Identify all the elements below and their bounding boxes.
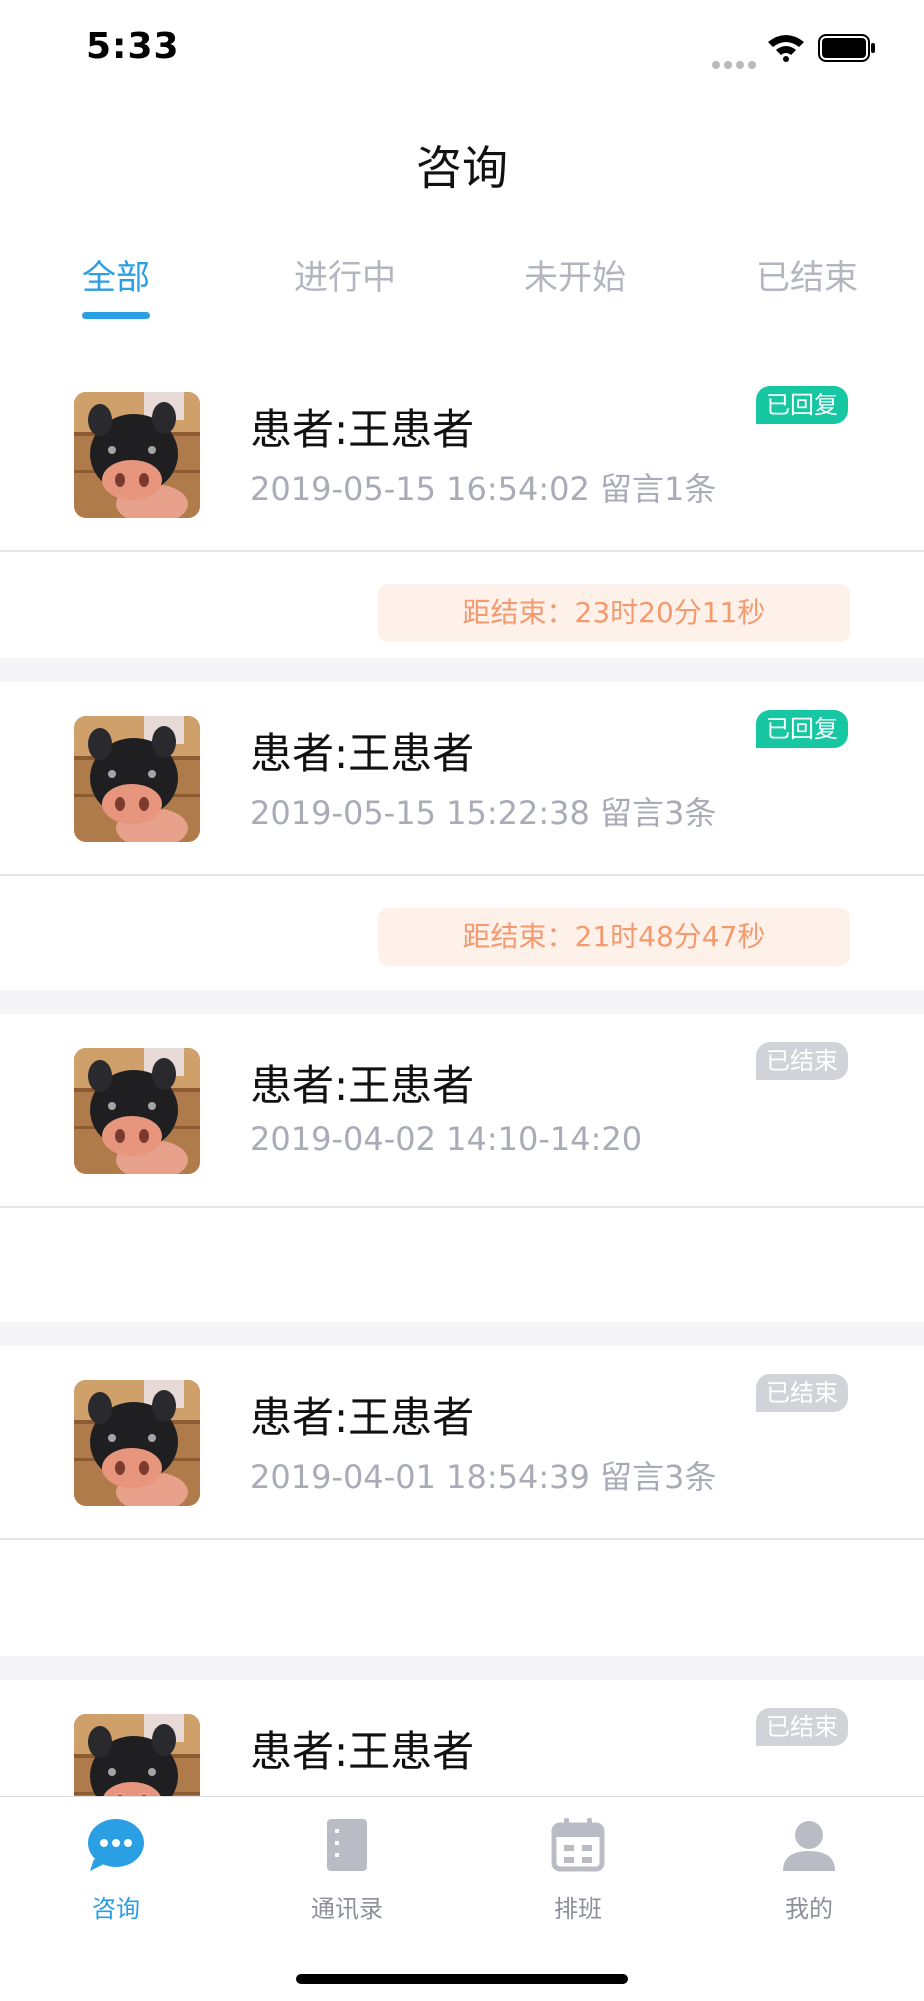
tabbar-label: 咨询 — [92, 1895, 140, 1923]
status-time: 5:33 — [86, 26, 180, 67]
consultation-meta: 2019-05-15 16:54:02 留言1条 — [250, 470, 717, 508]
tabbar-item-contacts[interactable]: 通讯录 — [277, 1815, 417, 1924]
tab-ended[interactable]: 已结束 — [756, 250, 858, 299]
status-bar: 5:33 — [0, 0, 924, 100]
patient-avatar — [74, 1048, 200, 1174]
status-badge: 已回复 — [756, 386, 848, 424]
card-divider — [0, 990, 924, 1014]
card-divider — [0, 1322, 924, 1346]
wifi-icon — [768, 35, 804, 62]
bottom-tab-bar: 咨询 通讯录 排班 我的 — [0, 1796, 924, 2001]
consultation-card[interactable]: 患者:王患者 2019-05-15 16:54:02 留言1条 已回复 距结束：… — [0, 358, 924, 658]
patient-avatar — [74, 392, 200, 518]
tab-in-progress[interactable]: 进行中 — [294, 250, 396, 299]
status-badge: 已结束 — [756, 1374, 848, 1412]
countdown-timer: 距结束：23时20分11秒 — [378, 584, 850, 642]
status-badge: 已回复 — [756, 710, 848, 748]
tab-active-indicator — [82, 312, 150, 319]
filter-tabs: 全部 进行中 未开始 已结束 — [0, 240, 924, 330]
patient-name: 患者:王患者 — [250, 1061, 475, 1110]
chat-bubble-icon — [88, 1819, 144, 1871]
patient-name: 患者:王患者 — [250, 405, 475, 454]
patient-name: 患者:王患者 — [250, 729, 475, 778]
countdown-timer: 距结束：21时48分47秒 — [378, 908, 850, 966]
cellular-signal-icon — [712, 54, 760, 73]
tabbar-item-consult[interactable]: 咨询 — [46, 1815, 186, 1924]
status-badge: 已结束 — [756, 1708, 848, 1746]
tabbar-label: 排班 — [554, 1895, 602, 1923]
tabbar-item-schedule[interactable]: 排班 — [508, 1815, 648, 1924]
page-title: 咨询 — [416, 141, 508, 195]
status-badge: 已结束 — [756, 1042, 848, 1080]
consultation-card[interactable]: 患者:王患者 2019-04-01 18:54:39 留言3条 已结束 — [0, 1346, 924, 1656]
calendar-icon — [551, 1818, 605, 1872]
patient-avatar — [74, 1380, 200, 1506]
tabbar-label: 通讯录 — [311, 1895, 383, 1923]
person-icon — [783, 1821, 835, 1871]
patient-avatar — [74, 1714, 200, 1796]
consultation-meta: 2019-04-01 18:54:39 留言3条 — [250, 1458, 717, 1496]
tab-all[interactable]: 全部 — [82, 250, 150, 299]
card-divider — [0, 1656, 924, 1680]
consultation-card[interactable]: 患者:王患者 2019-04-02 14:10-14:20 已结束 — [0, 1014, 924, 1322]
patient-name: 患者:王患者 — [250, 1393, 475, 1442]
patient-avatar — [74, 716, 200, 842]
card-divider — [0, 658, 924, 682]
consultation-meta: 2019-05-15 15:22:38 留言3条 — [250, 794, 717, 832]
consultation-card[interactable]: 患者:王患者 已结束 — [0, 1680, 924, 1796]
patient-name: 患者:王患者 — [250, 1727, 475, 1776]
battery-icon — [818, 34, 875, 62]
tabbar-label: 我的 — [785, 1895, 833, 1923]
contacts-book-icon — [327, 1819, 367, 1871]
tab-not-started[interactable]: 未开始 — [524, 250, 626, 299]
home-indicator — [296, 1974, 628, 1984]
tabbar-item-me[interactable]: 我的 — [739, 1815, 879, 1924]
consultation-meta: 2019-04-02 14:10-14:20 — [250, 1120, 643, 1158]
consultation-card[interactable]: 患者:王患者 2019-05-15 15:22:38 留言3条 已回复 距结束：… — [0, 682, 924, 990]
